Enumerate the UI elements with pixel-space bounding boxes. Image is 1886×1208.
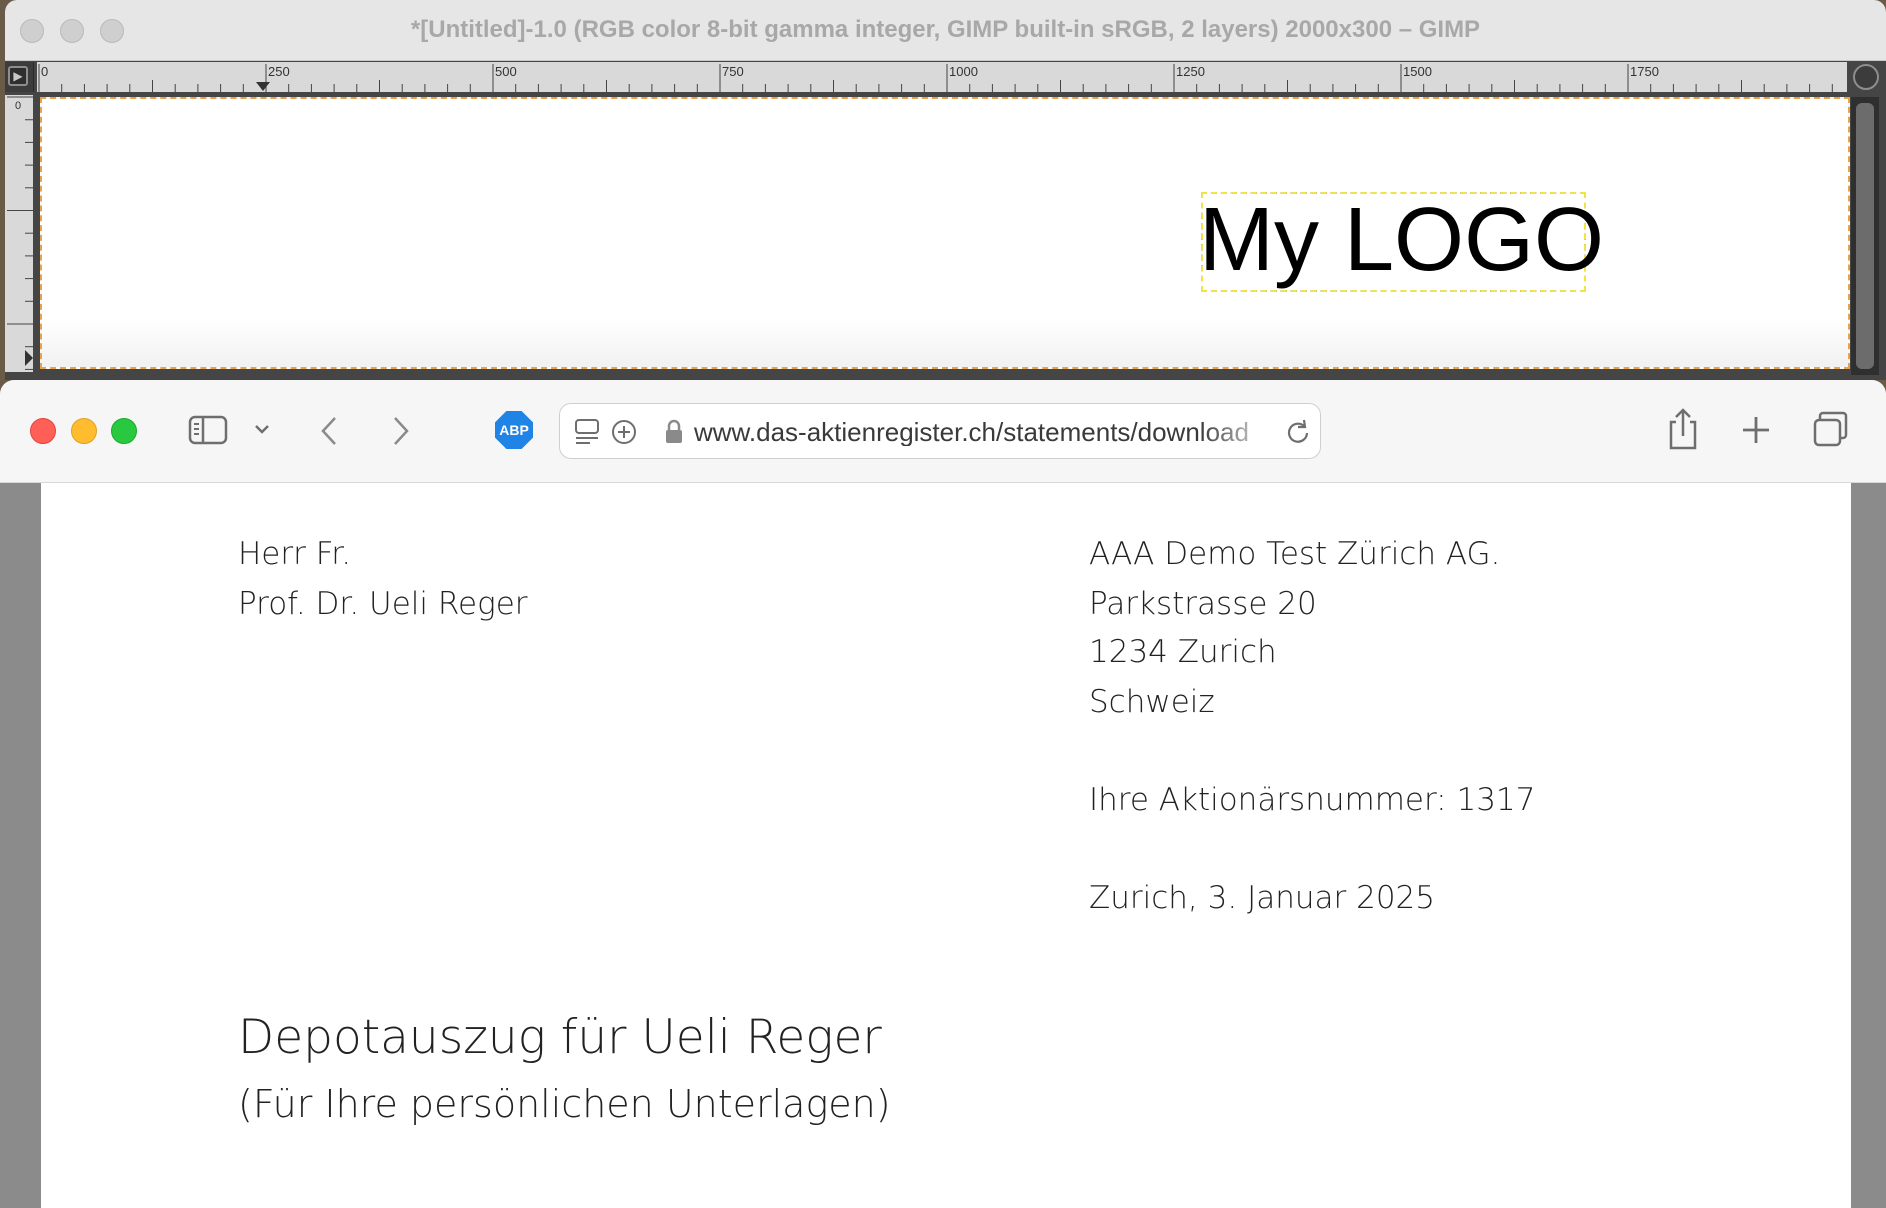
sender-line: Parkstrasse 20	[1089, 586, 1317, 622]
zoom-icon[interactable]	[1853, 64, 1879, 90]
back-icon[interactable]	[318, 414, 340, 448]
scrollbar-thumb[interactable]	[1856, 103, 1874, 369]
logo-text-layer[interactable]: My LOGO	[1199, 190, 1604, 290]
reader-view-icon[interactable]	[574, 418, 600, 446]
recipient-line: Prof. Dr. Ueli Reger	[238, 586, 528, 622]
url-fade	[1200, 412, 1280, 452]
sender-line: AAA Demo Test Zürich AG.	[1089, 536, 1501, 572]
sender-line: Schweiz	[1089, 684, 1215, 720]
ruler-label: 1000	[949, 64, 978, 79]
horizontal-ruler[interactable]: 0 250 500 750 1000 1250 1500 1750	[37, 62, 1847, 92]
safari-window: ABP www.das-aktienregister.ch/statements…	[0, 380, 1886, 1208]
tab-overview-icon[interactable]	[1812, 410, 1850, 448]
ruler-label: 750	[722, 64, 744, 79]
new-tab-icon[interactable]	[1740, 414, 1772, 446]
ruler-label: 250	[268, 64, 290, 79]
sender-line: 1234 Zurich	[1089, 634, 1277, 670]
share-icon[interactable]	[1666, 406, 1700, 452]
vertical-scrollbar[interactable]	[1851, 97, 1879, 375]
page-title: Depotauszug für Ueli Reger	[238, 1010, 882, 1065]
ruler-pointer-icon	[256, 82, 270, 91]
ruler-label: 0	[15, 100, 21, 112]
forward-icon[interactable]	[390, 414, 412, 448]
url-text[interactable]: www.das-aktienregister.ch/statements/dow…	[694, 418, 1274, 446]
address-bar[interactable]: www.das-aktienregister.ch/statements/dow…	[559, 403, 1321, 459]
gimp-menu-corner[interactable]: ▶	[5, 62, 34, 92]
close-button[interactable]	[30, 418, 56, 444]
chevron-down-icon[interactable]	[253, 422, 271, 436]
sidebar-toggle-icon[interactable]	[188, 414, 228, 446]
adblock-plus-icon[interactable]: ABP	[495, 411, 533, 449]
page-subtitle: (Für Ihre persönlichen Unterlagen)	[238, 1082, 891, 1126]
ruler-label: 500	[495, 64, 517, 79]
ruler-label: 1750	[1630, 64, 1659, 79]
gimp-window-title: *[Untitled]-1.0 (RGB color 8-bit gamma i…	[410, 16, 1481, 43]
shareholder-number: Ihre Aktionärsnummer: 1317	[1089, 782, 1536, 818]
safari-toolbar: ABP www.das-aktienregister.ch/statements…	[0, 380, 1886, 483]
date-line: Zurich, 3. Januar 2025	[1089, 880, 1435, 916]
reload-icon[interactable]	[1284, 417, 1312, 447]
ruler-label: 1500	[1403, 64, 1432, 79]
ruler-label: 1250	[1176, 64, 1205, 79]
lock-icon	[666, 419, 682, 443]
gimp-titlebar[interactable]: *[Untitled]-1.0 (RGB color 8-bit gamma i…	[5, 0, 1886, 61]
document-page: Herr Fr. Prof. Dr. Ueli Reger AAA Demo T…	[41, 483, 1851, 1208]
ruler-pointer-icon	[25, 350, 33, 366]
minimize-button[interactable]	[71, 418, 97, 444]
gimp-window: *[Untitled]-1.0 (RGB color 8-bit gamma i…	[5, 0, 1886, 380]
add-icon[interactable]	[610, 418, 638, 446]
vertical-ruler[interactable]: 0	[5, 95, 33, 372]
ruler-label: 0	[41, 64, 48, 79]
play-icon: ▶	[8, 66, 28, 86]
maximize-button[interactable]	[111, 418, 137, 444]
recipient-line: Herr Fr.	[238, 536, 352, 572]
